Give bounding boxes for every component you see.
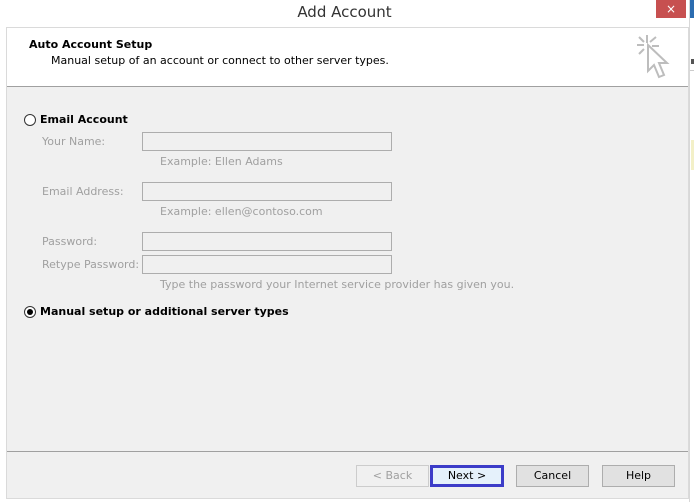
cursor-click-icon	[637, 35, 670, 79]
wizard-header: Auto Account Setup Manual setup of an ac…	[7, 28, 688, 87]
retype-password-label: Retype Password:	[42, 258, 140, 271]
email-address-input[interactable]	[142, 182, 392, 201]
footer-divider	[7, 451, 688, 452]
header-title: Auto Account Setup	[29, 38, 153, 51]
retype-password-input[interactable]	[142, 255, 392, 274]
header-subtitle: Manual setup of an account or connect to…	[51, 54, 389, 67]
window-title: Add Account	[297, 3, 392, 21]
add-account-dialog: Add Account × Auto Account Setup Manual …	[0, 0, 689, 502]
next-button[interactable]: Next >	[430, 465, 504, 487]
email-address-label: Email Address:	[42, 185, 124, 198]
background-divider	[690, 70, 694, 71]
password-input[interactable]	[142, 232, 392, 251]
dialog-client-area: Auto Account Setup Manual setup of an ac…	[6, 27, 689, 499]
close-icon: ×	[665, 2, 677, 16]
help-button[interactable]: Help	[602, 465, 675, 487]
manual-setup-radio[interactable]	[24, 306, 36, 318]
email-account-label[interactable]: Email Account	[40, 113, 128, 126]
your-name-input[interactable]	[142, 132, 392, 151]
password-label: Password:	[42, 235, 98, 248]
email-address-hint: Example: ellen@contoso.com	[160, 205, 323, 218]
cancel-button[interactable]: Cancel	[516, 465, 589, 487]
your-name-label: Your Name:	[42, 135, 106, 148]
your-name-hint: Example: Ellen Adams	[160, 155, 283, 168]
password-hint: Type the password your Internet service …	[160, 278, 515, 291]
manual-setup-label[interactable]: Manual setup or additional server types	[40, 305, 289, 318]
title-bar[interactable]: Add Account ×	[0, 0, 689, 27]
background-accent	[690, 0, 694, 18]
close-button[interactable]: ×	[656, 0, 686, 18]
background-window-edge	[689, 0, 694, 502]
back-button[interactable]: < Back	[356, 465, 429, 487]
email-account-radio[interactable]	[24, 114, 36, 126]
